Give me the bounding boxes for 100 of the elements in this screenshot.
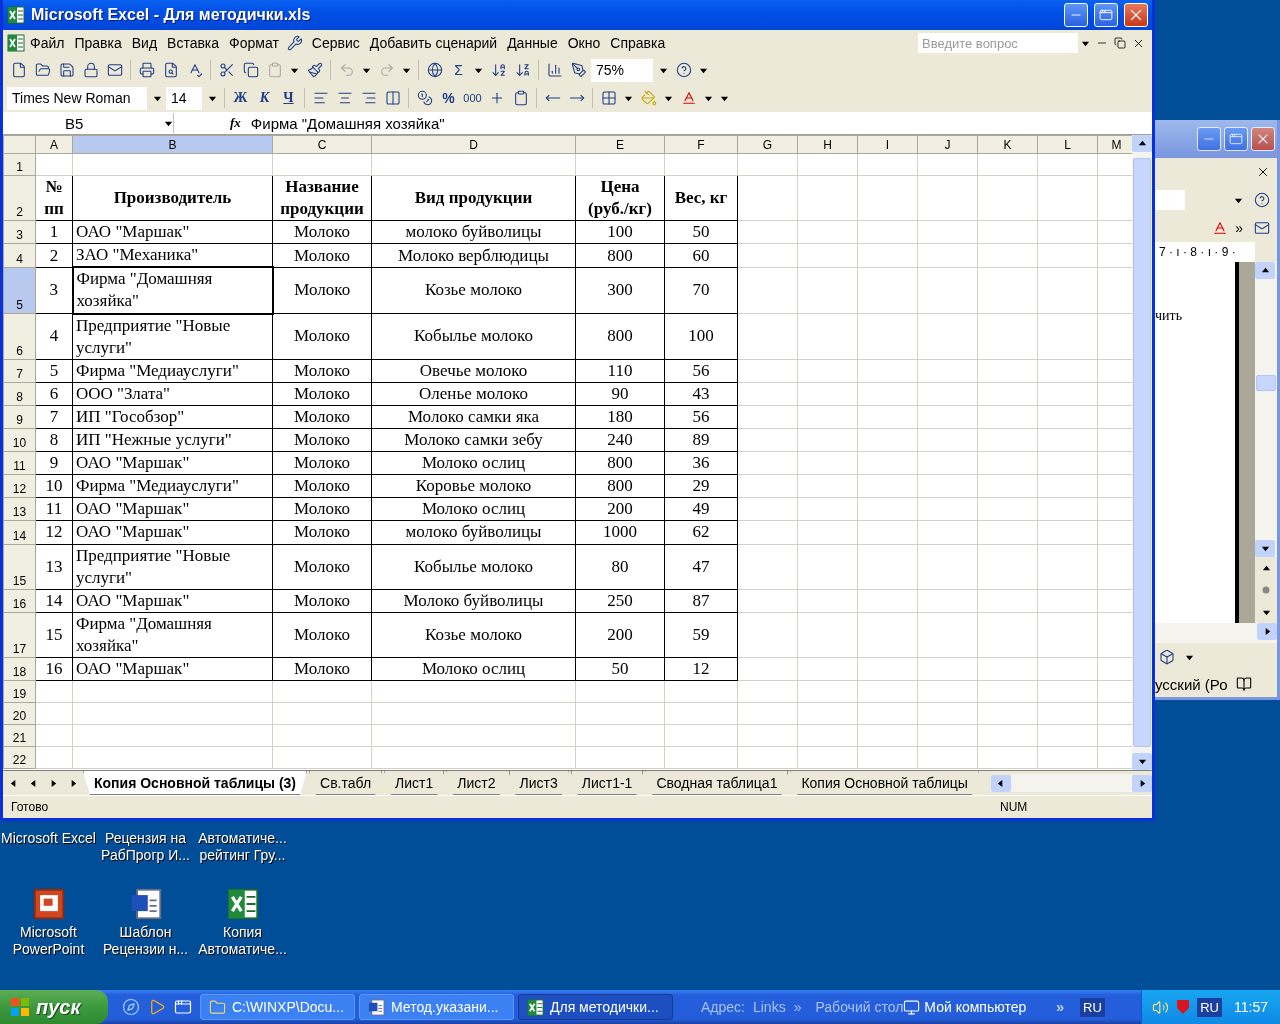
column-header[interactable]: G [737, 135, 798, 154]
bold-button[interactable]: Ж [229, 86, 252, 110]
percent-button[interactable]: % [437, 86, 460, 110]
menu-item[interactable]: Вид [126, 33, 163, 53]
formula-text: Фирма "Домашняя хозяйка" [250, 114, 445, 132]
row-header[interactable]: 11 [3, 451, 36, 475]
next-page-button[interactable] [1255, 601, 1277, 623]
thousands-button[interactable]: 000 [461, 86, 484, 110]
zoom-field[interactable]: 75% [591, 58, 653, 82]
scroll-up-button[interactable] [1255, 262, 1275, 279]
minimize-button[interactable] [1064, 3, 1088, 27]
row-header[interactable]: 2 [3, 175, 36, 221]
column-header[interactable]: D [371, 135, 576, 154]
menu-item[interactable]: Окно [562, 33, 606, 53]
close-button[interactable] [1251, 127, 1275, 151]
sheet-tab[interactable]: Лист1-1 [570, 771, 644, 795]
menu-item[interactable]: Справка [605, 33, 671, 53]
sheet-tab[interactable]: Св.табл [309, 771, 383, 795]
start-button[interactable]: пуск [0, 990, 108, 1024]
table-cell: 50 [575, 657, 665, 681]
scroll-right-button[interactable] [1132, 774, 1152, 792]
menu-item[interactable]: Правка [69, 33, 127, 53]
sheet-tab[interactable]: Сводная таблица1 [645, 771, 789, 795]
toolbar-overflow-button[interactable]: » [1232, 220, 1246, 236]
column-header[interactable]: M [1097, 135, 1132, 154]
row-header[interactable]: 4 [3, 243, 36, 268]
scroll-down-button[interactable] [1132, 753, 1152, 770]
row-header[interactable]: 16 [3, 589, 36, 613]
row-header[interactable]: 22 [3, 746, 36, 769]
scroll-down-button[interactable] [1255, 540, 1275, 557]
scroll-thumb[interactable] [1256, 375, 1276, 391]
column-header[interactable]: E [575, 135, 665, 154]
row-header[interactable]: 18 [3, 657, 36, 681]
menu-item[interactable]: Файл [25, 33, 70, 53]
desktop-icon-label[interactable]: Автоматиче... рейтинг Гру... [194, 830, 291, 864]
row-header[interactable]: 3 [3, 220, 36, 244]
row-header[interactable]: 14 [3, 520, 36, 544]
row-header[interactable]: 17 [3, 612, 36, 658]
scroll-up-button[interactable] [1132, 135, 1152, 152]
desktop-icon-label[interactable]: Копия Автоматиче... [194, 924, 291, 958]
row-header[interactable]: 19 [3, 680, 36, 703]
taskbar-button[interactable]: Для методички... [518, 994, 673, 1020]
row-header[interactable]: 6 [3, 313, 36, 360]
taskbar-button[interactable]: Метод.указани... [359, 994, 514, 1020]
row-header[interactable]: 12 [3, 474, 36, 498]
desktop-icon-label[interactable]: Microsoft PowerPoint [0, 924, 97, 958]
column-header[interactable]: H [797, 135, 858, 154]
row-header[interactable]: 15 [3, 544, 36, 590]
font-size-field[interactable]: 14 [166, 86, 202, 110]
row-header[interactable]: 13 [3, 497, 36, 521]
table-cell: Фирма "Медиауслуги" [72, 359, 273, 383]
desktop-icon-label[interactable]: Шаблон Рецензии н... [97, 924, 194, 958]
column-header[interactable]: L [1037, 135, 1098, 154]
scroll-thumb[interactable] [1133, 158, 1151, 747]
column-header[interactable]: C [272, 135, 372, 154]
previous-page-button[interactable] [1255, 557, 1277, 579]
scroll-right-button[interactable] [1257, 623, 1277, 640]
row-header[interactable]: 20 [3, 702, 36, 725]
row-header[interactable]: 21 [3, 724, 36, 747]
menu-item[interactable]: Формат [224, 33, 284, 53]
table-cell: ОАО "Маршак" [72, 220, 273, 244]
sheet-tab[interactable]: Лист1 [384, 771, 445, 795]
taskbar-button[interactable]: C:\WINXP\Docu... [200, 994, 355, 1020]
column-header[interactable]: I [857, 135, 918, 154]
column-header[interactable]: K [977, 135, 1038, 154]
row-header[interactable]: 9 [3, 405, 36, 429]
row-header[interactable]: 10 [3, 428, 36, 452]
table-cell: Молоко [272, 612, 372, 658]
maximize-button[interactable] [1224, 127, 1248, 151]
maximize-button[interactable] [1094, 3, 1118, 27]
column-header[interactable]: B [72, 135, 273, 154]
active-cell[interactable]: Фирма "Домашняя хозяйка" [72, 267, 273, 314]
row-header[interactable]: 7 [3, 359, 36, 383]
menu-item[interactable]: Данные [502, 33, 563, 53]
restore-workbook-button[interactable] [1111, 37, 1129, 49]
column-header[interactable]: F [664, 135, 738, 154]
menu-item[interactable]: Добавить сценарий [364, 33, 503, 53]
minimize-button[interactable] [1197, 127, 1221, 151]
column-header[interactable]: A [35, 135, 73, 154]
scroll-left-button[interactable] [990, 774, 1011, 792]
autosum-button[interactable]: Σ [447, 58, 470, 82]
menu-item[interactable]: Сервис [306, 33, 365, 53]
column-header[interactable]: J [917, 135, 978, 154]
table-cell: 62 [664, 520, 738, 544]
question-field[interactable]: Введите вопрос [918, 33, 1078, 53]
desktop-icon-label[interactable]: Microsoft Excel [0, 830, 97, 847]
row-header[interactable]: 5 [3, 267, 36, 314]
row-header[interactable]: 1 [3, 153, 36, 176]
close-button[interactable] [1124, 3, 1148, 27]
menu-item[interactable]: Вставка [162, 33, 225, 53]
table-cell: 300 [575, 267, 665, 314]
row-header[interactable]: 8 [3, 382, 36, 406]
sheet-tab[interactable]: Копия Основной таблицы (3) [83, 771, 307, 795]
italic-button[interactable]: К [253, 86, 276, 110]
sheet-tab[interactable]: Копия Основной таблицы [790, 771, 979, 795]
desktop-icon-label[interactable]: Рецензия на РабПрогр И... [97, 830, 194, 864]
sheet-tab[interactable]: Лист3 [508, 771, 569, 795]
sheet-tab[interactable]: Лист2 [446, 771, 507, 795]
underline-button[interactable]: Ч [277, 86, 300, 110]
font-field[interactable]: Times New Roman [7, 86, 147, 110]
